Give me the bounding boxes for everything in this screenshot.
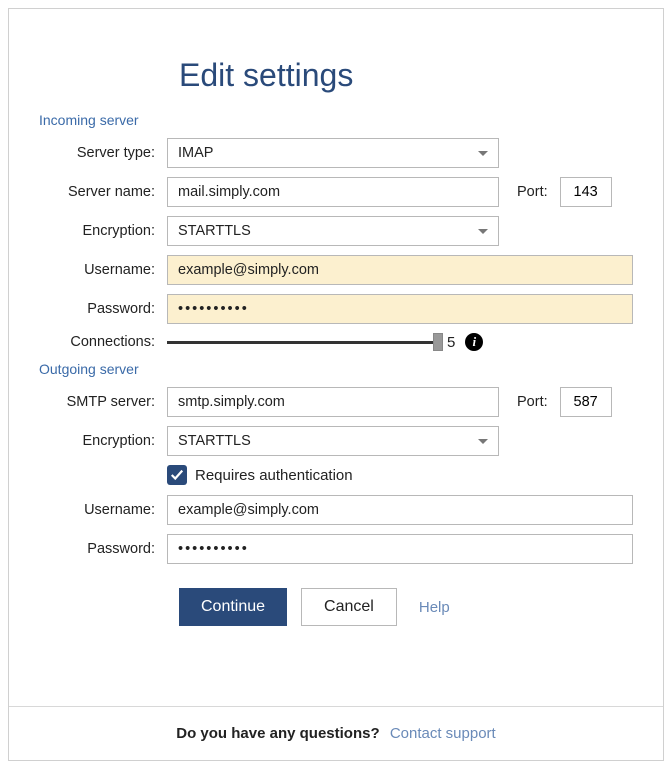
outgoing-username-label: Username: [9, 502, 167, 518]
check-icon [170, 468, 184, 482]
outgoing-header: Outgoing server [39, 361, 663, 377]
incoming-port-label: Port: [517, 184, 548, 200]
incoming-encryption-select[interactable]: STARTTLS [167, 216, 499, 246]
cancel-button[interactable]: Cancel [301, 588, 397, 626]
outgoing-port-input[interactable]: 587 [560, 387, 612, 417]
incoming-password-input[interactable]: •••••••••• [167, 294, 633, 324]
incoming-password-label: Password: [9, 301, 167, 317]
connections-label: Connections: [9, 334, 167, 350]
incoming-encryption-value: STARTTLS [178, 223, 251, 239]
server-name-label: Server name: [9, 184, 167, 200]
server-name-input[interactable]: mail.simply.com [167, 177, 499, 207]
contact-support-link[interactable]: Contact support [390, 725, 496, 742]
continue-button[interactable]: Continue [179, 588, 287, 626]
outgoing-encryption-value: STARTTLS [178, 433, 251, 449]
slider-thumb[interactable] [433, 333, 443, 351]
server-type-label: Server type: [9, 145, 167, 161]
outgoing-encryption-select[interactable]: STARTTLS [167, 426, 499, 456]
outgoing-password-input[interactable]: •••••••••• [167, 534, 633, 564]
chevron-down-icon [478, 229, 488, 234]
help-link[interactable]: Help [419, 599, 450, 616]
footer-question: Do you have any questions? [176, 725, 379, 742]
outgoing-username-input[interactable]: example@simply.com [167, 495, 633, 525]
incoming-header: Incoming server [39, 112, 663, 128]
page-title: Edit settings [179, 57, 663, 94]
settings-panel: Edit settings Incoming server Server typ… [8, 8, 664, 761]
smtp-server-input[interactable]: smtp.simply.com [167, 387, 499, 417]
connections-slider[interactable] [167, 341, 437, 344]
info-icon[interactable]: i [465, 333, 483, 351]
footer: Do you have any questions? Contact suppo… [9, 706, 663, 760]
chevron-down-icon [478, 151, 488, 156]
connections-value: 5 [447, 334, 455, 351]
chevron-down-icon [478, 439, 488, 444]
requires-auth-label: Requires authentication [195, 467, 353, 484]
outgoing-port-label: Port: [517, 394, 548, 410]
server-type-select[interactable]: IMAP [167, 138, 499, 168]
incoming-username-label: Username: [9, 262, 167, 278]
requires-auth-checkbox[interactable] [167, 465, 187, 485]
incoming-username-input[interactable]: example@simply.com [167, 255, 633, 285]
outgoing-password-label: Password: [9, 541, 167, 557]
server-type-value: IMAP [178, 145, 213, 161]
incoming-port-input[interactable]: 143 [560, 177, 612, 207]
incoming-encryption-label: Encryption: [9, 223, 167, 239]
outgoing-encryption-label: Encryption: [9, 433, 167, 449]
smtp-server-label: SMTP server: [9, 394, 167, 410]
